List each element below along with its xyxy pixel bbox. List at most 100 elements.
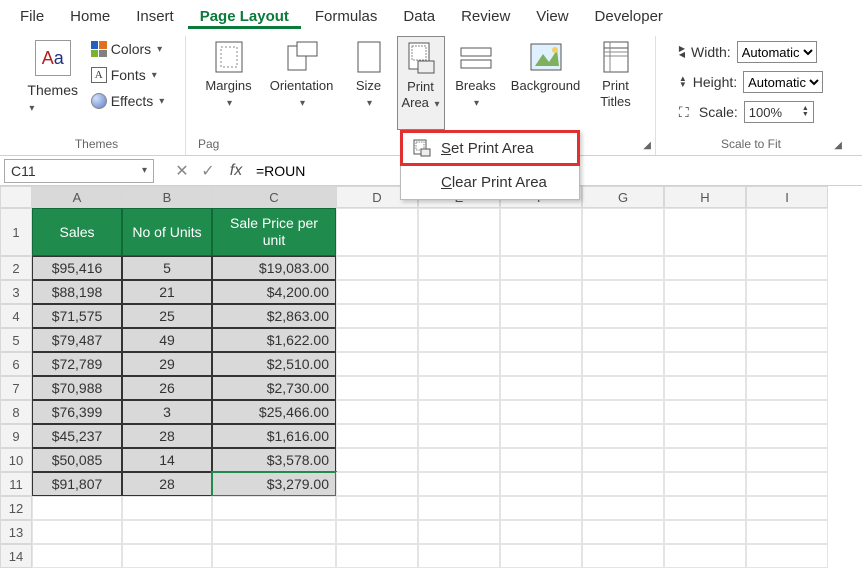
cell-price-5[interactable]: $1,622.00 bbox=[212, 328, 336, 352]
cell-empty[interactable] bbox=[582, 496, 664, 520]
cell-empty[interactable] bbox=[418, 520, 500, 544]
background-button[interactable]: Background bbox=[507, 36, 585, 130]
col-header-H[interactable]: H bbox=[664, 186, 746, 208]
cell-empty[interactable] bbox=[212, 520, 336, 544]
clear-print-area-item[interactable]: Clear Print Area bbox=[401, 165, 579, 199]
themes-button[interactable]: Aa Themes▾ bbox=[25, 36, 81, 114]
cell-units-2[interactable]: 5 bbox=[122, 256, 212, 280]
cell-empty[interactable] bbox=[746, 352, 828, 376]
cell-empty[interactable] bbox=[664, 400, 746, 424]
row-header-1[interactable]: 1 bbox=[0, 208, 32, 256]
cell-sales-6[interactable]: $72,789 bbox=[32, 352, 122, 376]
cell-empty[interactable] bbox=[582, 280, 664, 304]
cell-empty[interactable] bbox=[664, 472, 746, 496]
cell-empty[interactable] bbox=[664, 496, 746, 520]
cell-units-10[interactable]: 14 bbox=[122, 448, 212, 472]
scale-spinbox[interactable]: 100% ▲▼ bbox=[744, 101, 814, 123]
cell-empty[interactable] bbox=[336, 280, 418, 304]
cell-empty[interactable] bbox=[32, 544, 122, 568]
cell-empty[interactable] bbox=[418, 280, 500, 304]
cell-price-7[interactable]: $2,730.00 bbox=[212, 376, 336, 400]
menu-home[interactable]: Home bbox=[58, 4, 122, 29]
cell-empty[interactable] bbox=[212, 496, 336, 520]
cell-empty[interactable] bbox=[582, 208, 664, 256]
cell-sales-11[interactable]: $91,807 bbox=[32, 472, 122, 496]
cell-empty[interactable] bbox=[500, 208, 582, 256]
row-header-12[interactable]: 12 bbox=[0, 496, 32, 520]
row-header-4[interactable]: 4 bbox=[0, 304, 32, 328]
col-header-I[interactable]: I bbox=[746, 186, 828, 208]
cell-empty[interactable] bbox=[32, 496, 122, 520]
print-titles-button[interactable]: PrintTitles bbox=[591, 36, 641, 130]
cell-empty[interactable] bbox=[746, 208, 828, 256]
cell-price-8[interactable]: $25,466.00 bbox=[212, 400, 336, 424]
cell-empty[interactable] bbox=[746, 256, 828, 280]
cell-empty[interactable] bbox=[582, 376, 664, 400]
cell-empty[interactable] bbox=[500, 400, 582, 424]
menu-review[interactable]: Review bbox=[449, 4, 522, 29]
cell-empty[interactable] bbox=[582, 304, 664, 328]
cell-empty[interactable] bbox=[418, 424, 500, 448]
cell-empty[interactable] bbox=[418, 256, 500, 280]
width-select[interactable]: Automatic bbox=[737, 41, 817, 63]
cell-empty[interactable] bbox=[582, 352, 664, 376]
cell-price-3[interactable]: $4,200.00 bbox=[212, 280, 336, 304]
spin-buttons-icon[interactable]: ▲▼ bbox=[802, 106, 809, 118]
cell-empty[interactable] bbox=[746, 328, 828, 352]
cell-empty[interactable] bbox=[746, 304, 828, 328]
row-header-8[interactable]: 8 bbox=[0, 400, 32, 424]
cell-empty[interactable] bbox=[418, 304, 500, 328]
cell-empty[interactable] bbox=[418, 400, 500, 424]
print-area-button[interactable]: PrintArea ▾ bbox=[397, 36, 445, 130]
dialog-launcher-icon[interactable]: ◢ bbox=[834, 140, 842, 151]
col-header-C[interactable]: C bbox=[212, 186, 336, 208]
effects-button[interactable]: Effects▾ bbox=[87, 88, 169, 114]
colors-button[interactable]: Colors▾ bbox=[87, 36, 169, 62]
cell-sales-2[interactable]: $95,416 bbox=[32, 256, 122, 280]
menu-page-layout[interactable]: Page Layout bbox=[188, 4, 301, 29]
cell-empty[interactable] bbox=[746, 544, 828, 568]
cell-empty[interactable] bbox=[418, 472, 500, 496]
col-header-B[interactable]: B bbox=[122, 186, 212, 208]
cell-empty[interactable] bbox=[664, 280, 746, 304]
cell-empty[interactable] bbox=[336, 520, 418, 544]
cell-empty[interactable] bbox=[336, 304, 418, 328]
cell-units-6[interactable]: 29 bbox=[122, 352, 212, 376]
cell-empty[interactable] bbox=[500, 376, 582, 400]
cell-empty[interactable] bbox=[212, 544, 336, 568]
cell-empty[interactable] bbox=[582, 328, 664, 352]
cell-empty[interactable] bbox=[746, 496, 828, 520]
cell-sales-5[interactable]: $79,487 bbox=[32, 328, 122, 352]
cell-empty[interactable] bbox=[336, 544, 418, 568]
cell-empty[interactable] bbox=[336, 424, 418, 448]
cell-empty[interactable] bbox=[582, 424, 664, 448]
cell-empty[interactable] bbox=[418, 208, 500, 256]
cell-empty[interactable] bbox=[746, 424, 828, 448]
cell-empty[interactable] bbox=[500, 304, 582, 328]
col-header-A[interactable]: A bbox=[32, 186, 122, 208]
cell-units-11[interactable]: 28 bbox=[122, 472, 212, 496]
menu-developer[interactable]: Developer bbox=[583, 4, 675, 29]
fx-icon[interactable]: fx bbox=[222, 162, 250, 180]
height-select[interactable]: Automatic bbox=[743, 71, 823, 93]
orientation-button[interactable]: Orientation▾ bbox=[263, 36, 341, 130]
cell-empty[interactable] bbox=[500, 328, 582, 352]
cell-empty[interactable] bbox=[500, 352, 582, 376]
cell-empty[interactable] bbox=[336, 352, 418, 376]
cell-empty[interactable] bbox=[664, 544, 746, 568]
cell-empty[interactable] bbox=[500, 448, 582, 472]
menu-formulas[interactable]: Formulas bbox=[303, 4, 390, 29]
spreadsheet-grid[interactable]: ABCDEFGHI1SalesNo of UnitsSale Price per… bbox=[0, 186, 862, 568]
cell-empty[interactable] bbox=[418, 544, 500, 568]
cell-empty[interactable] bbox=[664, 352, 746, 376]
cell-units-5[interactable]: 49 bbox=[122, 328, 212, 352]
cell-empty[interactable] bbox=[336, 256, 418, 280]
cell-empty[interactable] bbox=[122, 520, 212, 544]
menu-insert[interactable]: Insert bbox=[124, 4, 186, 29]
cell-empty[interactable] bbox=[664, 376, 746, 400]
cell-empty[interactable] bbox=[746, 280, 828, 304]
cell-price-2[interactable]: $19,083.00 bbox=[212, 256, 336, 280]
select-all-corner[interactable] bbox=[0, 186, 32, 208]
cell-empty[interactable] bbox=[664, 520, 746, 544]
cell-sales-4[interactable]: $71,575 bbox=[32, 304, 122, 328]
